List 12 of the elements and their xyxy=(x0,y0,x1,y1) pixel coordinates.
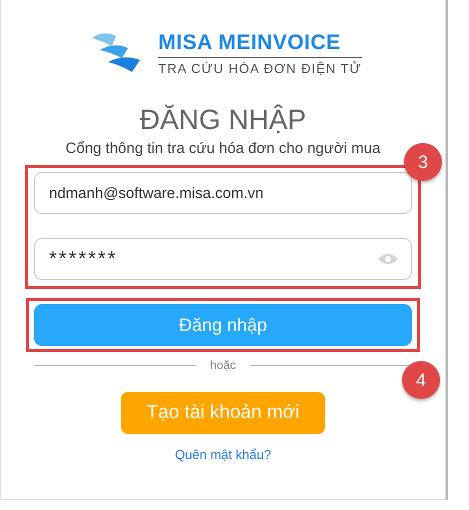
tagline: TRA CỨU HÓA ĐƠN ĐIỆN TỬ xyxy=(158,60,362,76)
eye-icon[interactable] xyxy=(378,253,398,265)
step-badge: 3 xyxy=(404,143,442,181)
email-field[interactable]: ndmanh@software.misa.com.vn xyxy=(34,172,412,214)
step-badge: 4 xyxy=(402,361,440,399)
forgot-password-link[interactable]: Quên mật khẩu? xyxy=(174,447,272,462)
page-title: ĐĂNG NHẬP xyxy=(140,104,306,136)
login-button[interactable]: Đăng nhập xyxy=(34,304,412,346)
subtitle: Cổng thông tin tra cứu hóa đơn cho người mua xyxy=(66,140,380,157)
password-field[interactable]: ******* xyxy=(34,238,412,280)
brand-name: MISA MEINVOICE xyxy=(158,30,362,58)
divider-text: hoặc xyxy=(210,358,236,372)
